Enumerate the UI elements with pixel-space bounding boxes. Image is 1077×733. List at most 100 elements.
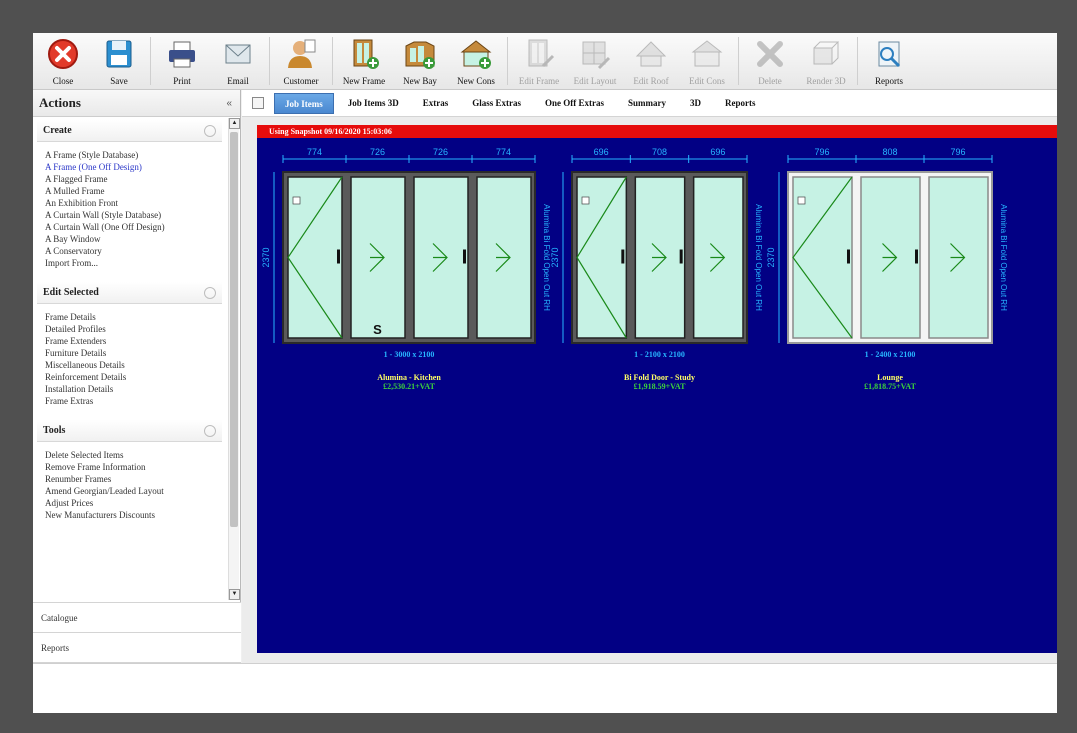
panel-width-label: 796	[950, 147, 965, 157]
tab-reports[interactable]: Reports	[715, 93, 766, 114]
tab-job-items[interactable]: Job Items	[274, 92, 334, 114]
floppy-disk-icon	[106, 40, 132, 68]
panel-width-label: 726	[433, 147, 448, 157]
action-item[interactable]: Delete Selected Items	[45, 449, 226, 461]
email-button[interactable]: Email	[210, 33, 266, 90]
action-item[interactable]: Furniture Details	[45, 347, 226, 359]
reports-button[interactable]: Reports	[861, 33, 917, 90]
tab-extras[interactable]: Extras	[413, 93, 459, 114]
delete-button[interactable]: Delete	[742, 33, 798, 90]
close-button[interactable]: Close	[35, 33, 91, 90]
action-item[interactable]: A Curtain Wall (One Off Design)	[45, 221, 226, 233]
action-item[interactable]: A Curtain Wall (Style Database)	[45, 209, 226, 221]
toolbar-separator	[150, 37, 151, 85]
tab-summary[interactable]: Summary	[618, 93, 676, 114]
action-item[interactable]: A Mulled Frame	[45, 185, 226, 197]
edit-roof-button[interactable]: Edit Roof	[623, 33, 679, 90]
frame-style-label: Alumina Bi Fold Open Out RH	[754, 204, 763, 311]
save-button[interactable]: Save	[91, 33, 147, 90]
edit-layout-button[interactable]: Edit Layout	[567, 33, 623, 90]
edit-cons-button[interactable]: Edit Cons	[679, 33, 735, 90]
frame-price-label: £1,818.75+VAT	[864, 382, 916, 391]
edit-frame-button[interactable]: Edit Frame	[511, 33, 567, 90]
toolbar-separator	[507, 37, 508, 85]
tab-3d[interactable]: 3D	[680, 93, 711, 114]
action-item[interactable]: A Bay Window	[45, 233, 226, 245]
tab-one-off-extras[interactable]: One Off Extras	[535, 93, 614, 114]
collapse-group-icon[interactable]	[204, 424, 216, 437]
group-items: Delete Selected Items Remove Frame Inform…	[33, 444, 226, 531]
frame-style-label: Alumina Bi Fold Open Out RH	[999, 204, 1008, 311]
action-item[interactable]: Frame Extras	[45, 395, 226, 407]
frame-name-label: Lounge	[877, 373, 903, 382]
status-bar	[33, 663, 1057, 713]
action-item[interactable]: A Conservatory	[45, 245, 226, 257]
action-item[interactable]: Remove Frame Information	[45, 461, 226, 473]
group-header-create[interactable]: Create	[37, 120, 222, 142]
actions-panel-scrollbar[interactable]: ▲ ▼	[228, 118, 240, 600]
new-cons-button[interactable]: New Cons	[448, 33, 504, 90]
actions-panel-header: Actions «	[33, 90, 240, 117]
action-item[interactable]: Installation Details	[45, 383, 226, 395]
close-icon	[48, 39, 78, 69]
job-workspace: Job Items Job Items 3D Extras Glass Extras O…	[242, 90, 1057, 663]
action-item[interactable]: An Exhibition Front	[45, 197, 226, 209]
action-item[interactable]: A Frame (Style Database)	[45, 149, 226, 161]
frames-drawing: 774 726 726 774 2370 S Alumina Bi Fold Open Ou…	[261, 147, 1008, 391]
action-item[interactable]: Amend Georgian/Leaded Layout	[45, 485, 226, 497]
app-window: Close Save Print Email Customer New Frame New …	[33, 33, 1057, 713]
collapse-group-icon[interactable]	[204, 286, 216, 299]
door-handle	[337, 249, 340, 264]
scroll-thumb[interactable]	[230, 132, 238, 527]
collapse-group-icon[interactable]	[204, 124, 216, 137]
action-item[interactable]: Frame Extenders	[45, 335, 226, 347]
new-bay-button[interactable]: New Bay	[392, 33, 448, 90]
frame-name-label: Alumina - Kitchen	[377, 373, 441, 382]
action-item[interactable]: Detailed Profiles	[45, 323, 226, 335]
action-item[interactable]: Renumber Frames	[45, 473, 226, 485]
toolbar-button-label: New Cons	[457, 76, 495, 86]
panel-tab-reports[interactable]: Reports	[33, 632, 241, 662]
group-items: A Frame (Style Database) A Frame (One Off…	[33, 144, 226, 279]
panel-number-marker	[292, 196, 301, 205]
collapse-panel-icon[interactable]: «	[226, 98, 232, 109]
frame-drawing-1[interactable]: 774 726 726 7742370SAlumina Bi Fold Open Ou…	[261, 147, 551, 391]
new-bay-icon	[405, 41, 435, 69]
edit-layout-icon	[582, 41, 611, 70]
panel-tab-catalogue[interactable]: Catalogue	[33, 602, 241, 632]
print-button[interactable]: Print	[154, 33, 210, 90]
toolbar-button-label: New Frame	[342, 76, 386, 86]
panel-width-label: 696	[710, 147, 725, 157]
door-handle	[847, 249, 850, 264]
action-item[interactable]: A Flagged Frame	[45, 173, 226, 185]
job-items-canvas[interactable]: Using Snapshot 09/16/2020 15:03:06 774 72…	[257, 125, 1057, 653]
scroll-down-arrow-icon[interactable]: ▼	[229, 589, 240, 600]
scroll-up-arrow-icon[interactable]: ▲	[229, 118, 240, 129]
action-item[interactable]: A Frame (One Off Design)	[45, 161, 226, 173]
tab-job-items-3d[interactable]: Job Items 3D	[338, 93, 409, 114]
email-icon	[225, 44, 251, 64]
frame-size-label: 1 - 2100 x 2100	[634, 350, 685, 359]
tab-glass-extras[interactable]: Glass Extras	[462, 93, 531, 114]
action-item[interactable]: Adjust Prices	[45, 497, 226, 509]
new-conservatory-icon	[460, 40, 492, 69]
action-item[interactable]: Reinforcement Details	[45, 371, 226, 383]
toolbar-separator	[738, 37, 739, 85]
action-item[interactable]: New Manufacturers Discounts	[45, 509, 226, 521]
customer-button[interactable]: Customer	[273, 33, 329, 90]
panel-width-label: 774	[496, 147, 511, 157]
action-item[interactable]: Import From...	[45, 257, 226, 269]
action-item[interactable]: Frame Details	[45, 311, 226, 323]
frame-drawing-3[interactable]: 796 808 796 2370 Alumina Bi Fold Open Out RH…	[766, 147, 1008, 391]
frame-drawing-2[interactable]: 696 708 696 2370 Alumina Bi Fold Open Out RH…	[550, 147, 763, 391]
reports-icon	[878, 41, 901, 68]
panel-width-label: 726	[370, 147, 385, 157]
group-header-tools[interactable]: Tools	[37, 420, 222, 442]
render-3d-button[interactable]: Render 3D	[798, 33, 854, 90]
grid-view-icon[interactable]	[252, 97, 264, 109]
action-item[interactable]: Miscellaneous Details	[45, 359, 226, 371]
group-title: Create	[43, 125, 72, 136]
new-frame-button[interactable]: New Frame	[336, 33, 392, 90]
actions-panel-groups: Create A Frame (Style Database) A Frame (O…	[33, 117, 226, 601]
group-header-edit-selected[interactable]: Edit Selected	[37, 282, 222, 304]
